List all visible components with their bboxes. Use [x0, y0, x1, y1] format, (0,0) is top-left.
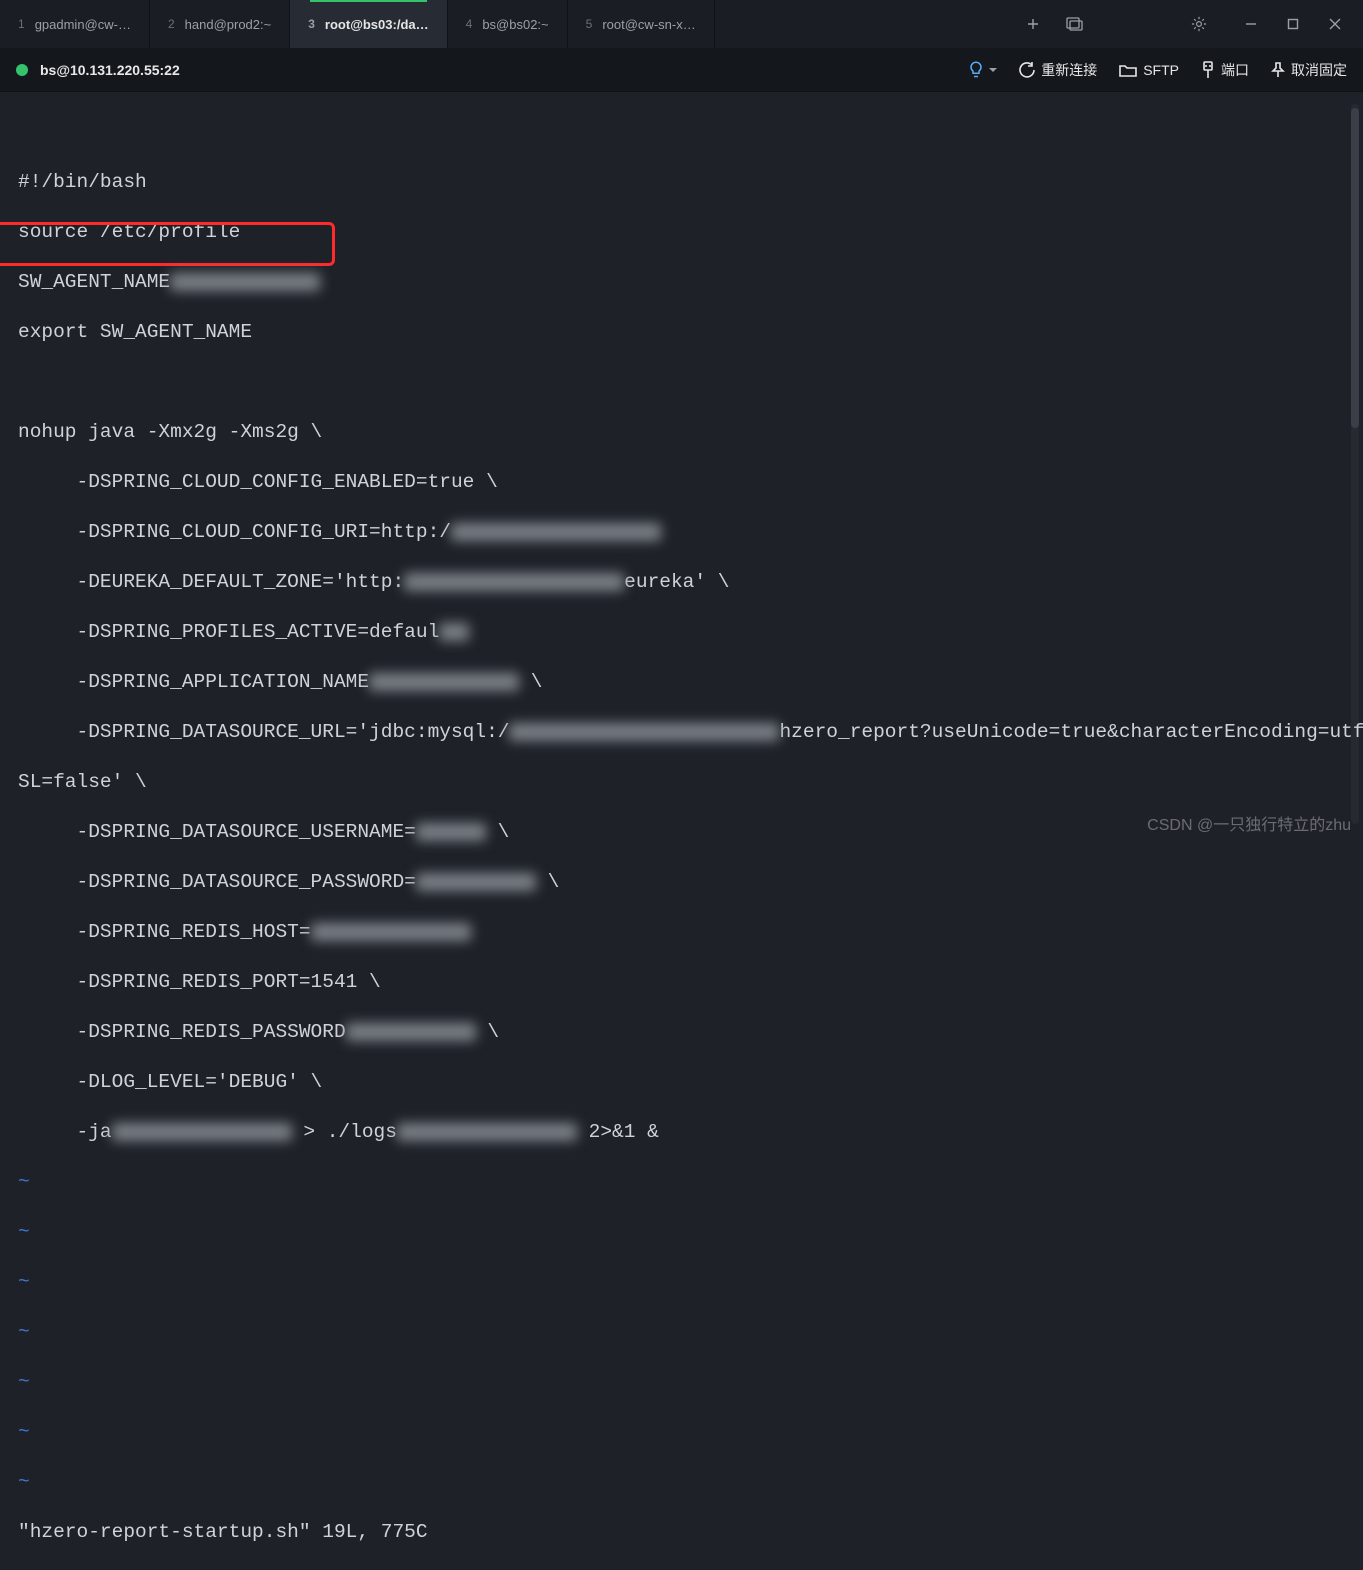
terminal-tilde: ~ — [18, 1170, 1363, 1195]
terminal-tilde: ~ — [18, 1320, 1363, 1345]
tabs-container: 1 gpadmin@cw-… 2 hand@prod2:~ 3 root@bs0… — [0, 0, 715, 48]
terminal-line: SL=false' \ — [18, 770, 1363, 795]
toolbar-actions: 重新连接 SFTP 端口 取消固定 — [969, 60, 1347, 80]
minimize-icon[interactable] — [1241, 14, 1261, 34]
reconnect-button[interactable]: 重新连接 — [1019, 60, 1097, 80]
terminal-line: SW_AGENT_NAME — [18, 270, 1363, 295]
tab-index: 4 — [466, 17, 473, 31]
chevron-down-icon — [989, 68, 997, 76]
settings-icon[interactable] — [1189, 14, 1209, 34]
terminal-line: -DSPRING_DATASOURCE_URL='jdbc:mysql:/hze… — [18, 720, 1363, 745]
terminal-line: -DSPRING_DATASOURCE_PASSWORD= \ — [18, 870, 1363, 895]
terminal-line — [18, 370, 1363, 395]
terminal-line: -DSPRING_CLOUD_CONFIG_ENABLED=true \ — [18, 470, 1363, 495]
terminal-line: -DSPRING_CLOUD_CONFIG_URI=http:/ — [18, 520, 1363, 545]
reconnect-label: 重新连接 — [1041, 60, 1097, 80]
terminal-line: export SW_AGENT_NAME — [18, 320, 1363, 345]
terminal-line: -DSPRING_APPLICATION_NAME \ — [18, 670, 1363, 695]
terminal-scrollbar[interactable] — [1351, 104, 1359, 824]
tab-label: bs@bs02:~ — [482, 17, 548, 32]
toolbar: bs@10.131.220.55:22 重新连接 SFTP 端口 取消固定 — [0, 48, 1363, 92]
terminal-line: nohup java -Xmx2g -Xms2g \ — [18, 420, 1363, 445]
tab-1[interactable]: 1 gpadmin@cw-… — [0, 0, 150, 48]
connection-status-icon — [16, 64, 28, 76]
tab-index: 2 — [168, 17, 175, 31]
tab-5[interactable]: 5 root@cw-sn-x… — [568, 0, 715, 48]
unpin-label: 取消固定 — [1291, 60, 1347, 80]
tab-label: root@bs03:/da… — [325, 17, 429, 32]
hints-button[interactable] — [969, 61, 997, 79]
scrollbar-thumb[interactable] — [1351, 108, 1359, 428]
terminal-line: -DEUREKA_DEFAULT_ZONE='http:eureka' \ — [18, 570, 1363, 595]
terminal-line: source /etc/profile — [18, 220, 1363, 245]
tab-label: gpadmin@cw-… — [35, 17, 131, 32]
terminal-line: -DSPRING_REDIS_PORT=1541 \ — [18, 970, 1363, 995]
tabbar-actions — [1005, 0, 1363, 48]
terminal-line: -DLOG_LEVEL='DEBUG' \ — [18, 1070, 1363, 1095]
tab-label: hand@prod2:~ — [185, 17, 272, 32]
terminal-line: -ja > ./logs 2>&1 & — [18, 1120, 1363, 1145]
terminal-tilde: ~ — [18, 1370, 1363, 1395]
port-button[interactable]: 端口 — [1201, 60, 1249, 80]
tab-index: 5 — [586, 17, 593, 31]
add-tab-icon[interactable] — [1023, 14, 1043, 34]
terminal-tilde: ~ — [18, 1270, 1363, 1295]
terminal-line: -DSPRING_REDIS_PASSWORD \ — [18, 1020, 1363, 1045]
tab-index: 3 — [308, 17, 315, 31]
tab-4[interactable]: 4 bs@bs02:~ — [448, 0, 568, 48]
tab-2[interactable]: 2 hand@prod2:~ — [150, 0, 290, 48]
sftp-button[interactable]: SFTP — [1119, 62, 1179, 78]
terminal-tilde: ~ — [18, 1220, 1363, 1245]
terminal-line: #!/bin/bash — [18, 170, 1363, 195]
terminal-line: -DSPRING_PROFILES_ACTIVE=defaul — [18, 620, 1363, 645]
maximize-icon[interactable] — [1283, 14, 1303, 34]
watermark: CSDN @一只独行特立的zhu — [1147, 811, 1351, 835]
tab-label: root@cw-sn-x… — [602, 17, 695, 32]
tab-3[interactable]: 3 root@bs03:/da… — [290, 0, 447, 48]
window-list-icon[interactable] — [1065, 14, 1085, 34]
host-label: bs@10.131.220.55:22 — [40, 62, 180, 78]
terminal-tilde: ~ — [18, 1420, 1363, 1445]
close-icon[interactable] — [1325, 14, 1345, 34]
vim-status-line: "hzero-report-startup.sh" 19L, 775C — [18, 1520, 1363, 1545]
terminal-tilde: ~ — [18, 1470, 1363, 1495]
window-controls — [1231, 14, 1345, 34]
unpin-button[interactable]: 取消固定 — [1271, 60, 1347, 80]
sftp-label: SFTP — [1143, 62, 1179, 78]
tab-bar: 1 gpadmin@cw-… 2 hand@prod2:~ 3 root@bs0… — [0, 0, 1363, 48]
terminal-line: -DSPRING_REDIS_HOST= — [18, 920, 1363, 945]
port-label: 端口 — [1221, 60, 1249, 80]
tab-index: 1 — [18, 17, 25, 31]
